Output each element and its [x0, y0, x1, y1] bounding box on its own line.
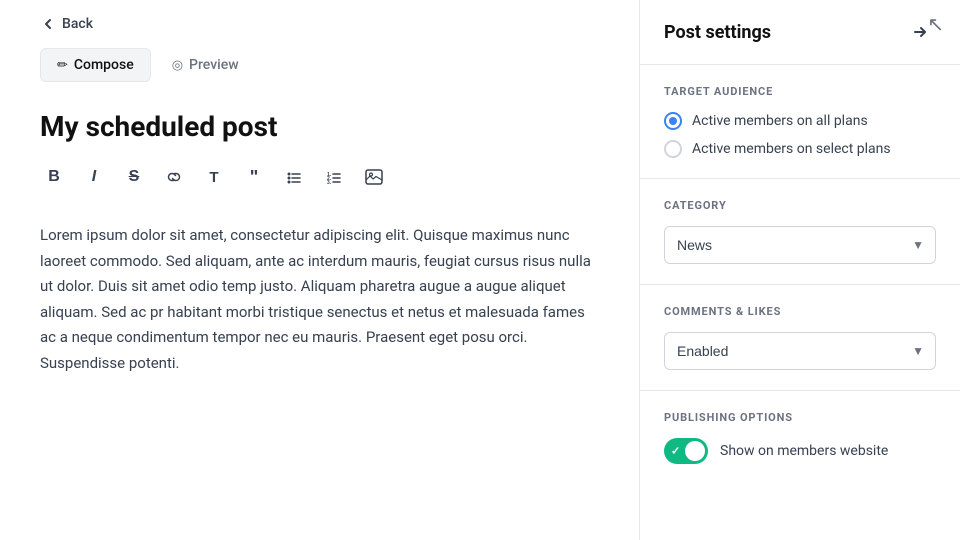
numbered-list-icon: 1. 2. 3.: [326, 169, 342, 185]
target-audience-section: TARGET AUDIENCE Active members on all pl…: [640, 65, 960, 179]
tab-compose-label: Compose: [74, 57, 134, 73]
radio-all-plans[interactable]: Active members on all plans: [664, 112, 936, 130]
publishing-label: PUBLISHING OPTIONS: [664, 411, 936, 424]
comments-likes-section: COMMENTS & LIKES Enabled Disabled ▼: [640, 285, 960, 391]
numbered-list-button[interactable]: 1. 2. 3.: [320, 163, 348, 191]
radio-all-plans-indicator: [664, 112, 682, 130]
tab-preview[interactable]: ◎ Preview: [155, 48, 256, 82]
italic-button[interactable]: I: [80, 163, 108, 191]
radio-select-plans-indicator: [664, 140, 682, 158]
right-panel: Post settings ↖ TARGET AUDIENCE Active m…: [640, 0, 960, 540]
tab-compose[interactable]: ✏ Compose: [40, 48, 151, 82]
post-title: My scheduled post: [40, 110, 599, 143]
category-select-wrapper: News Updates Announcements ▼: [664, 226, 936, 264]
post-body[interactable]: Lorem ipsum dolor sit amet, consectetur …: [40, 223, 599, 376]
bullet-list-button[interactable]: [280, 163, 308, 191]
link-button[interactable]: [160, 163, 188, 191]
comments-likes-select-wrapper: Enabled Disabled ▼: [664, 332, 936, 370]
category-select[interactable]: News Updates Announcements: [664, 226, 936, 264]
radio-group-audience: Active members on all plans Active membe…: [664, 112, 936, 158]
tab-preview-label: Preview: [189, 57, 239, 73]
preview-icon: ◎: [172, 58, 183, 73]
comments-likes-select[interactable]: Enabled Disabled: [664, 332, 936, 370]
close-icon: [910, 22, 930, 42]
bold-button[interactable]: B: [40, 163, 68, 191]
tab-bar: ✏ Compose ◎ Preview: [40, 48, 599, 82]
link-icon: [166, 169, 182, 185]
back-arrow-icon: [40, 16, 56, 32]
radio-all-plans-label: Active members on all plans: [692, 113, 868, 129]
svg-text:3.: 3.: [327, 180, 332, 185]
strikethrough-button[interactable]: S: [120, 163, 148, 191]
comments-likes-label: COMMENTS & LIKES: [664, 305, 936, 318]
bullet-list-icon: [286, 169, 302, 185]
back-button[interactable]: Back: [40, 0, 599, 48]
show-on-members-label: Show on members website: [720, 443, 888, 459]
target-audience-label: TARGET AUDIENCE: [664, 85, 936, 98]
panel-title: Post settings: [664, 22, 771, 43]
compose-icon: ✏: [57, 58, 68, 73]
panel-header: Post settings ↖: [640, 0, 960, 65]
image-button[interactable]: [360, 163, 388, 191]
close-panel-button[interactable]: ↖: [904, 16, 936, 48]
publishing-section: PUBLISHING OPTIONS ✓ Show on members web…: [640, 391, 960, 484]
left-panel: Back ✏ Compose ◎ Preview My scheduled po…: [0, 0, 640, 540]
text-format-button[interactable]: T: [200, 163, 228, 191]
category-section: CATEGORY News Updates Announcements ▼: [640, 179, 960, 285]
radio-select-plans[interactable]: Active members on select plans: [664, 140, 936, 158]
toggle-check-icon: ✓: [671, 445, 680, 458]
image-icon: [365, 169, 383, 185]
show-on-members-toggle[interactable]: ✓: [664, 438, 708, 464]
quote-button[interactable]: ": [240, 163, 268, 191]
back-label: Back: [62, 16, 93, 32]
toolbar: B I S T " 1. 2. 3.: [40, 163, 599, 203]
show-on-members-row: ✓ Show on members website: [664, 438, 936, 464]
category-label: CATEGORY: [664, 199, 936, 212]
radio-select-plans-label: Active members on select plans: [692, 141, 891, 157]
